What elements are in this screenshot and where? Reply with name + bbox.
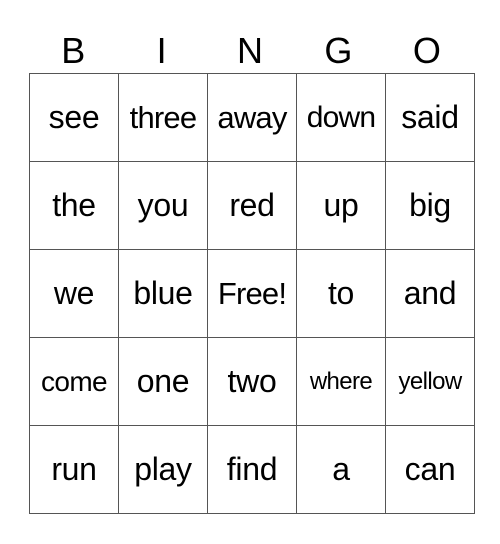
bingo-cell[interactable]: the [29,161,119,250]
bingo-cell[interactable]: and [385,249,475,338]
grid-row: see three away down said [29,73,475,162]
grid-row: run play find a can [29,425,475,514]
bingo-cell[interactable]: red [207,161,297,250]
bingo-cell[interactable]: run [29,425,119,514]
header-letter-g: G [324,30,353,71]
bingo-grid: see three away down said the you red up … [29,73,475,514]
bingo-cell[interactable]: blue [118,249,208,338]
bingo-cell[interactable]: big [385,161,475,250]
bingo-cell[interactable]: can [385,425,475,514]
header-letter-n: N [237,30,264,71]
bingo-cell[interactable]: yellow [385,337,475,426]
bingo-cell[interactable]: three [118,73,208,162]
grid-row: come one two where yellow [29,337,475,426]
bingo-cell[interactable]: said [385,73,475,162]
bingo-cell[interactable]: find [207,425,297,514]
bingo-cell[interactable]: up [296,161,386,250]
bingo-cell[interactable]: two [207,337,297,426]
bingo-cell[interactable]: play [118,425,208,514]
header-letter-b: B [61,30,86,71]
bingo-cell[interactable]: to [296,249,386,338]
bingo-cell[interactable]: one [118,337,208,426]
grid-row: we blue Free! to and [29,249,475,338]
grid-row: the you red up big [29,161,475,250]
bingo-cell[interactable]: where [296,337,386,426]
bingo-cell[interactable]: a [296,425,386,514]
bingo-cell[interactable]: come [29,337,119,426]
bingo-cell[interactable]: you [118,161,208,250]
header-letter-i: I [156,30,167,71]
bingo-header: B I N G O [29,30,471,72]
bingo-cell[interactable]: away [207,73,297,162]
free-space-cell[interactable]: Free! [207,249,297,338]
bingo-cell[interactable]: we [29,249,119,338]
bingo-cell[interactable]: down [296,73,386,162]
header-letter-o: O [412,30,441,71]
bingo-cell[interactable]: see [29,73,119,162]
